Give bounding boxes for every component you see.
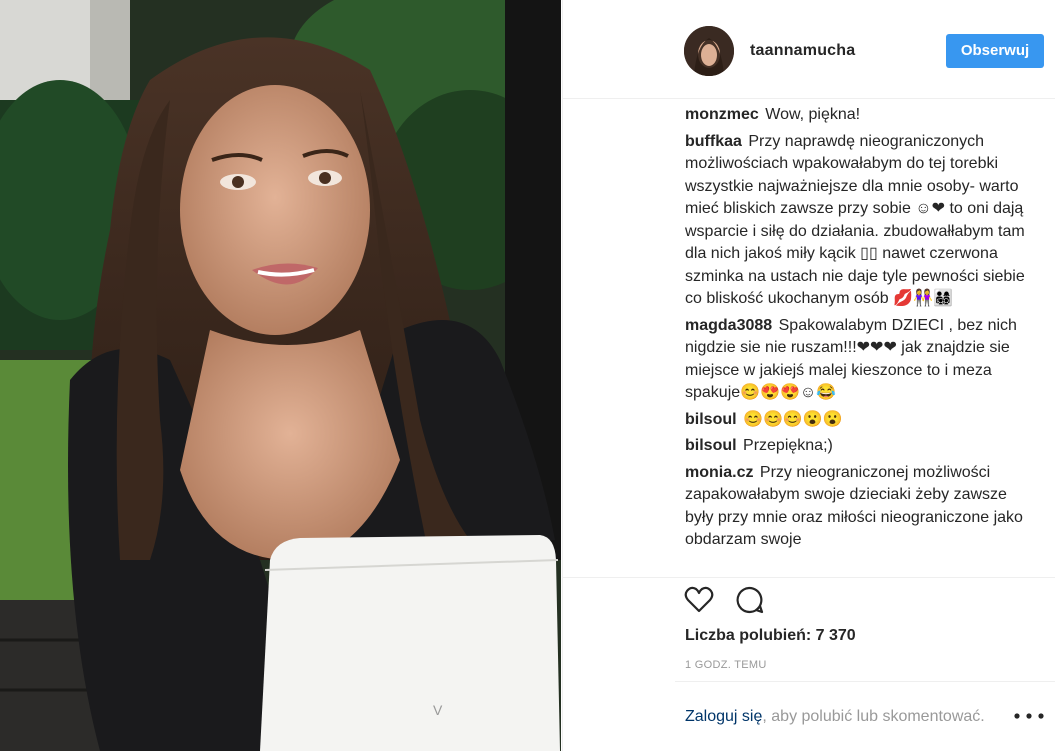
login-prompt-text: , aby polubić lub skomentować.: [762, 708, 985, 725]
post-photo[interactable]: V: [0, 0, 561, 751]
likes-count: Liczba polubień: 7 370: [685, 627, 856, 644]
more-options-icon[interactable]: [1009, 706, 1049, 726]
comment-item: bilsoul Przepiękna;): [685, 435, 1035, 458]
comment-username[interactable]: bilsoul: [685, 411, 737, 428]
post-timestamp[interactable]: 1 GODZ. TEMU: [685, 659, 767, 671]
comment-item: buffkaa Przy naprawdę nieograniczonych m…: [685, 131, 1035, 311]
follow-button[interactable]: Obserwuj: [946, 34, 1044, 68]
login-footer: Zaloguj się, aby polubić lub skomentować…: [675, 681, 1055, 752]
comment-list[interactable]: monzmec Wow, piękna! buffkaa Przy napraw…: [685, 104, 1035, 572]
heart-icon[interactable]: [683, 584, 715, 616]
comment-text: Przy naprawdę nieograniczonych możliwośc…: [685, 132, 1025, 308]
login-link[interactable]: Zaloguj się: [685, 708, 762, 725]
post-sidebar: taannamucha Obserwuj monzmec Wow, piękna…: [562, 0, 1055, 751]
photo-image: V: [0, 0, 561, 751]
comment-item: monia.cz Przy nieograniczonej możliwości…: [685, 462, 1035, 552]
comment-username[interactable]: magda3088: [685, 317, 772, 334]
post-header: taannamucha Obserwuj: [563, 0, 1055, 99]
actions-divider: [563, 577, 1055, 579]
comment-icon[interactable]: [733, 584, 765, 616]
login-prompt: Zaloguj się, aby polubić lub skomentować…: [685, 708, 985, 726]
comment-text: 😊😊😊😮😮: [743, 410, 843, 428]
svg-text:V: V: [433, 702, 443, 718]
comment-text: Wow, piękna!: [765, 106, 861, 123]
comment-item: magda3088 Spakowalabym DZIECI , bez nich…: [685, 315, 1035, 405]
comment-username[interactable]: monia.cz: [685, 464, 753, 481]
username-link[interactable]: taannamucha: [750, 42, 855, 60]
comment-username[interactable]: bilsoul: [685, 437, 737, 454]
comment-username[interactable]: monzmec: [685, 106, 759, 123]
avatar[interactable]: [684, 26, 734, 76]
comment-username[interactable]: buffkaa: [685, 133, 742, 150]
comment-item: monzmec Wow, piękna!: [685, 104, 1035, 127]
comment-item: bilsoul 😊😊😊😮😮: [685, 409, 1035, 432]
comment-text: Przepiękna;): [743, 437, 833, 454]
